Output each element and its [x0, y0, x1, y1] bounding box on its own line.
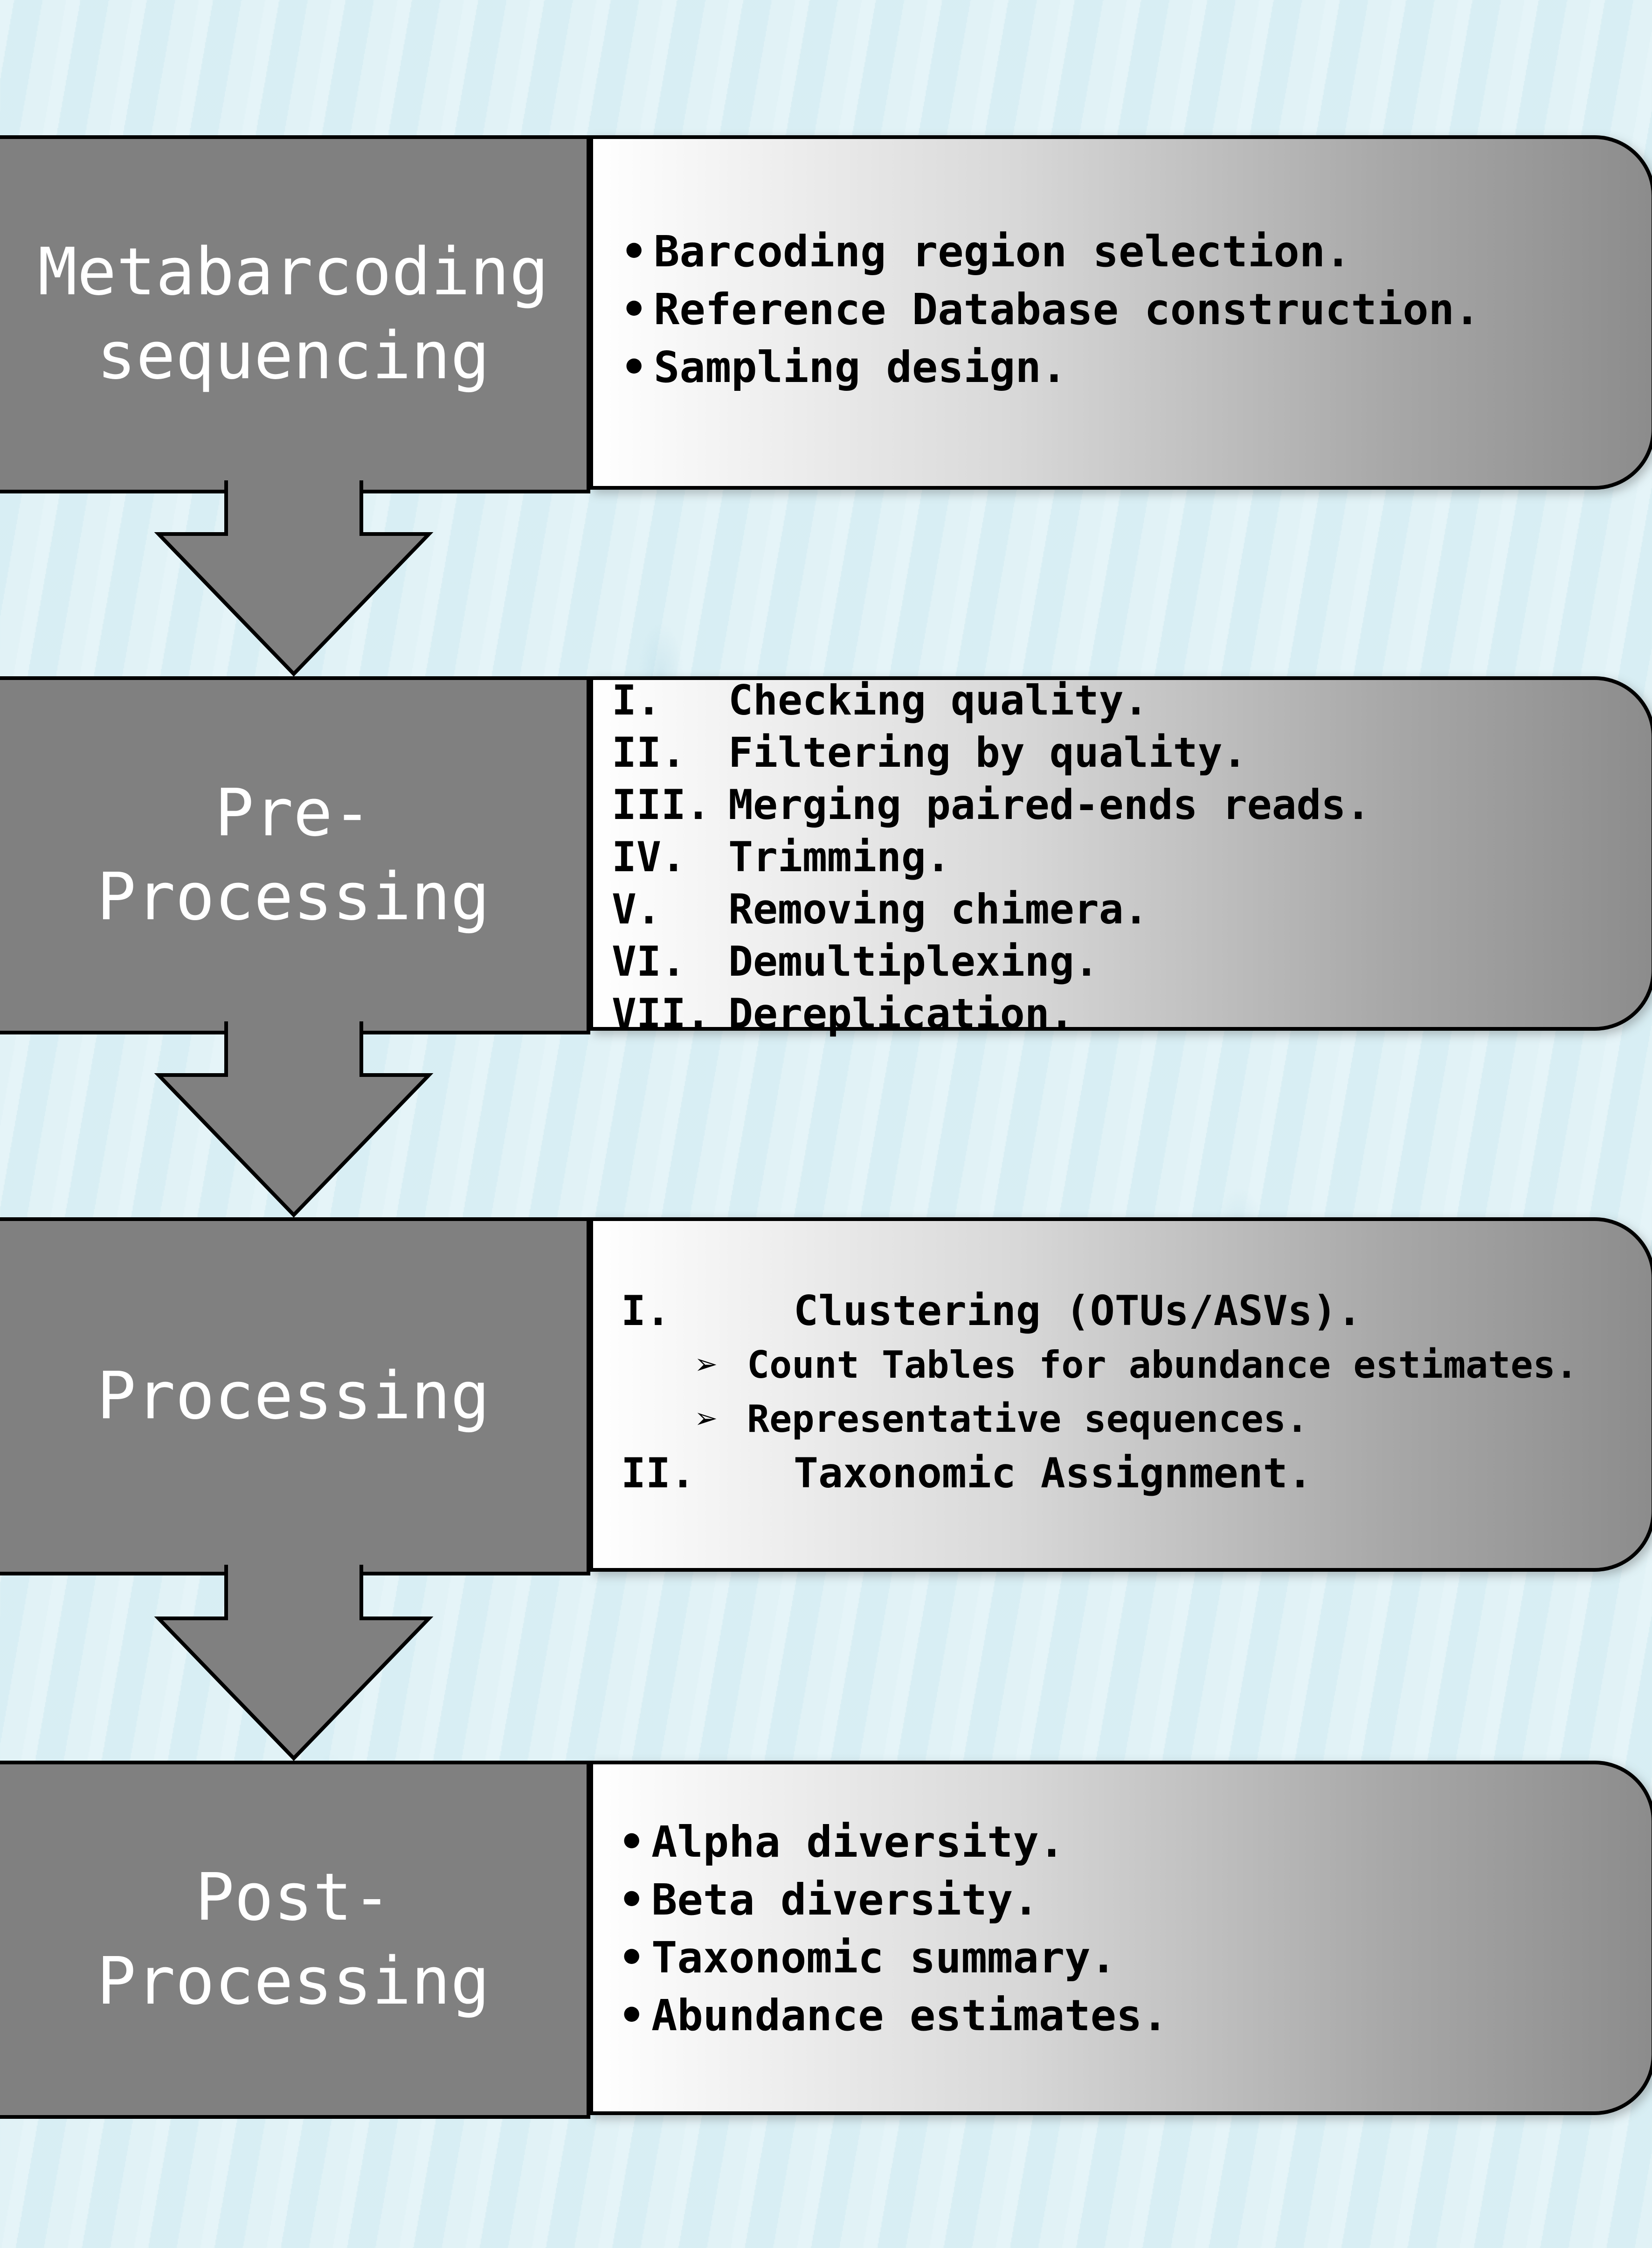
detail-list: • Alpha diversity. • Beta diversity. • Taxo…: [619, 1813, 1168, 2045]
detail-list: • Barcoding region selection. • Reference …: [621, 223, 1480, 396]
list-item: III. Merging paired-ends reads.: [612, 781, 1371, 829]
arrow-bullet-icon: ➢: [696, 1397, 719, 1441]
list-item: • Sampling design.: [621, 339, 1480, 396]
step-title: Pre- Processing: [97, 775, 490, 935]
list-item: • Reference Database construction.: [621, 281, 1480, 339]
step-post-processing: Post- Processing • Alpha diversity. • Beta…: [0, 1761, 1652, 2119]
step-detail-box: I. Checking quality. II. Filtering by qual…: [589, 676, 1652, 1038]
list-item: • Alpha diversity.: [619, 1813, 1168, 1871]
bullet-icon: •: [619, 1933, 645, 1983]
step-label-box: Pre- Processing: [0, 676, 590, 1034]
list-item: • Abundance estimates.: [619, 1987, 1168, 2045]
step-detail-box: • Alpha diversity. • Beta diversity. • Taxo…: [589, 1761, 1652, 2115]
step-title: Metabarcoding sequencing: [38, 234, 549, 394]
step-metabarcoding-sequencing: Metabarcoding sequencing • Barcoding regi…: [0, 135, 1652, 493]
bullet-icon: •: [619, 1991, 645, 2040]
list-item: • Taxonomic summary.: [619, 1929, 1168, 1987]
list-item: II. Filtering by quality.: [612, 729, 1247, 777]
bullet-icon: •: [621, 342, 647, 392]
list-item: VII. Dereplication.: [612, 990, 1074, 1038]
detail-list: I. Clustering (OTUs/ASVs). ➢ Count Tables …: [621, 1284, 1578, 1500]
step-detail-box: I. Clustering (OTUs/ASVs). ➢ Count Tables …: [589, 1217, 1652, 1572]
step-pre-processing: Pre- Processing I. Checking quality. II. F…: [0, 676, 1652, 1038]
step-detail-box: • Barcoding region selection. • Reference …: [589, 135, 1652, 490]
step-label-box: Post- Processing: [0, 1761, 590, 2119]
step-title: Processing: [97, 1358, 490, 1434]
step-label-box: Processing: [0, 1217, 590, 1575]
list-item: • Barcoding region selection.: [621, 223, 1480, 281]
list-item: I. Clustering (OTUs/ASVs).: [621, 1287, 1362, 1335]
bullet-icon: •: [619, 1817, 645, 1867]
bullet-icon: •: [619, 1875, 645, 1925]
arrow-bullet-icon: ➢: [696, 1343, 719, 1387]
step-title: Post- Processing: [97, 1859, 490, 2019]
list-item: II. Taxonomic Assignment.: [621, 1449, 1313, 1497]
list-item: I. Checking quality.: [612, 676, 1148, 724]
list-item: V. Removing chimera.: [612, 885, 1148, 933]
down-arrow-icon: [154, 1021, 434, 1217]
down-arrow-icon: [154, 480, 434, 676]
detail-list: I. Checking quality. II. Filtering by qual…: [612, 674, 1371, 1040]
list-item: IV. Trimming.: [612, 833, 951, 881]
down-arrow-icon: [154, 1565, 434, 1761]
list-subitem: ➢ Representative sequences.: [621, 1392, 1578, 1446]
bullet-icon: •: [621, 284, 647, 334]
list-subitem: ➢ Count Tables for abundance estimates.: [621, 1338, 1578, 1392]
step-processing: Processing I. Clustering (OTUs/ASVs). ➢ Co…: [0, 1217, 1652, 1575]
list-item: VI. Demultiplexing.: [612, 937, 1099, 985]
bullet-icon: •: [621, 227, 647, 277]
step-label-box: Metabarcoding sequencing: [0, 135, 590, 493]
list-item: • Beta diversity.: [619, 1871, 1168, 1929]
